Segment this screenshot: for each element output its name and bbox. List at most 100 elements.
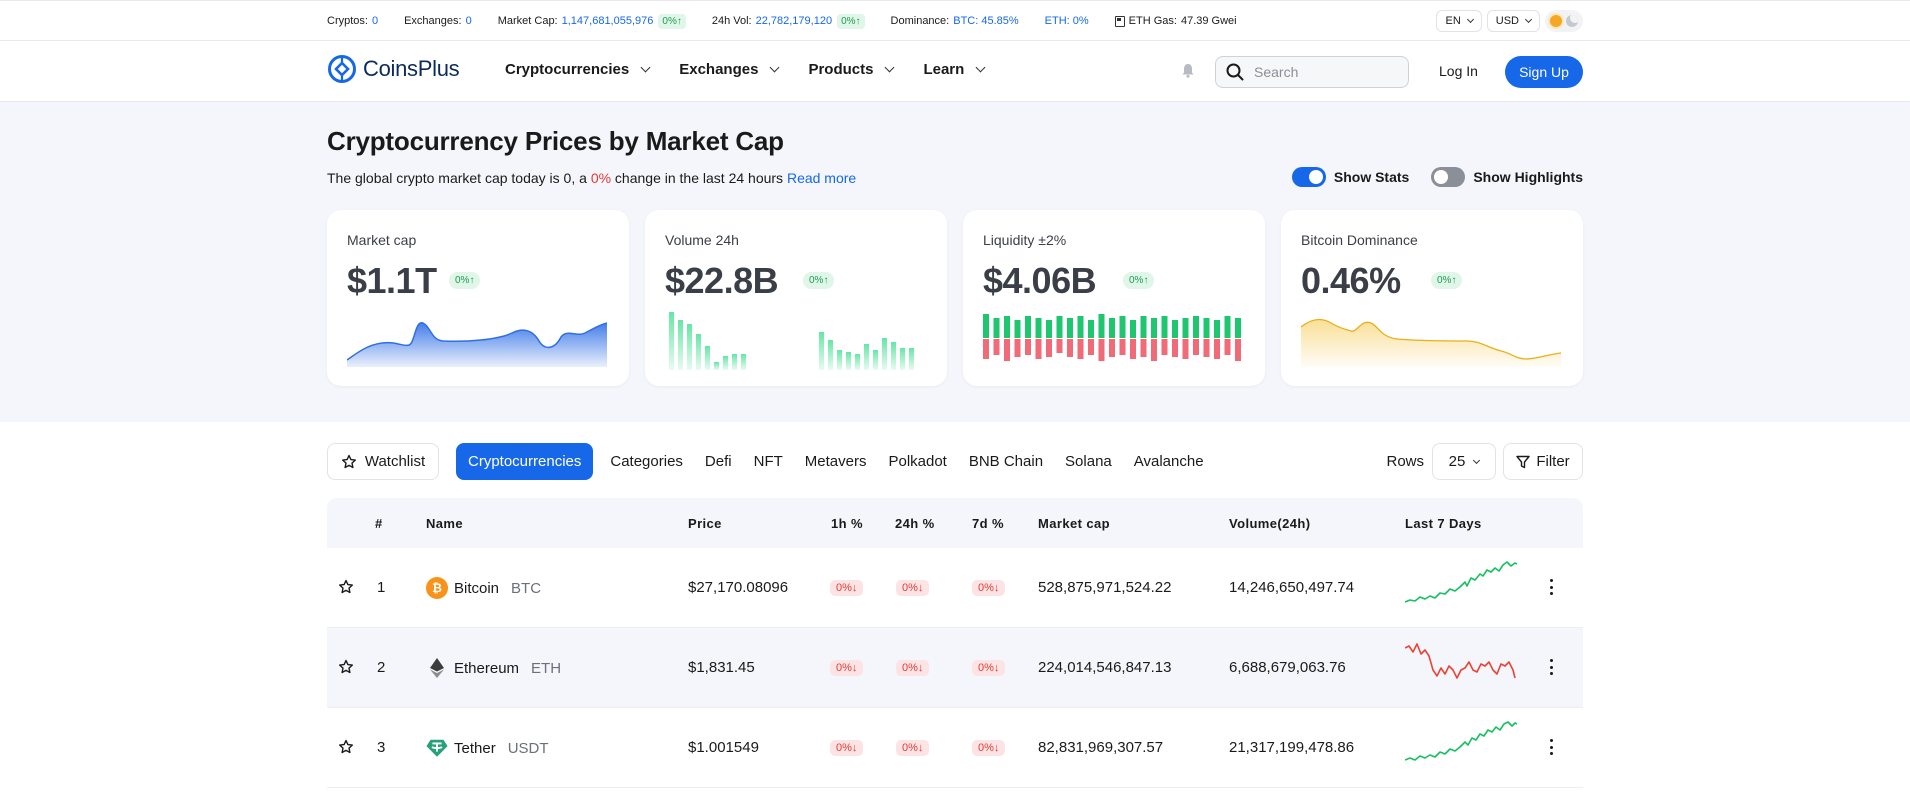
filter-button[interactable]: Filter bbox=[1503, 443, 1583, 480]
ticker-volume-value[interactable]: 22,782,179,120 bbox=[756, 15, 832, 27]
liquidity-bid-bar bbox=[1077, 316, 1084, 338]
header-rank[interactable]: # bbox=[375, 516, 383, 531]
tab-cryptocurrencies[interactable]: Cryptocurrencies bbox=[456, 443, 594, 480]
filter-label: Filter bbox=[1536, 453, 1570, 470]
change-1h: 0% bbox=[836, 582, 852, 594]
header-7d[interactable]: 7d % bbox=[972, 516, 1004, 531]
rows-value: 25 bbox=[1448, 453, 1466, 470]
card-change: 0% bbox=[809, 275, 824, 286]
header-last-7-days: Last 7 Days bbox=[1405, 516, 1482, 531]
ticker-marketcap-label: Market Cap: bbox=[497, 15, 558, 27]
more-options-icon[interactable] bbox=[1549, 579, 1553, 595]
show-highlights-toggle[interactable]: Show Highlights bbox=[1431, 167, 1583, 187]
tab-defi[interactable]: Defi bbox=[694, 443, 743, 480]
tab-polkadot[interactable]: Polkadot bbox=[877, 443, 957, 480]
nav-learn[interactable]: Learn bbox=[923, 61, 986, 78]
nav-products-label: Products bbox=[808, 61, 874, 78]
coin-name[interactable]: Ethereum bbox=[454, 660, 519, 677]
read-more-link[interactable]: Read more bbox=[787, 170, 856, 186]
logo[interactable]: CoinsPlus bbox=[327, 54, 460, 84]
tab-avalanche[interactable]: Avalanche bbox=[1123, 443, 1215, 480]
card-volume-24h[interactable]: Volume 24h $22.8B 0%↑ bbox=[645, 210, 947, 386]
tab-bnb-chain[interactable]: BNB Chain bbox=[958, 443, 1054, 480]
show-highlights-switch[interactable] bbox=[1431, 167, 1466, 187]
more-options-icon[interactable] bbox=[1549, 739, 1553, 755]
star-icon[interactable] bbox=[338, 739, 354, 755]
liquidity-ask-bar bbox=[993, 339, 1000, 355]
signup-button[interactable]: Sign Up bbox=[1505, 56, 1583, 88]
change-1h-badge: 0%↓ bbox=[830, 660, 864, 676]
notification-bell-icon[interactable] bbox=[1181, 63, 1195, 78]
tab-solana[interactable]: Solana bbox=[1054, 443, 1123, 480]
nav-products[interactable]: Products bbox=[808, 61, 895, 78]
header-name[interactable]: Name bbox=[426, 516, 463, 531]
theme-toggle[interactable] bbox=[1545, 10, 1583, 32]
row-rank: 1 bbox=[377, 579, 386, 596]
table-row[interactable]: 3 Tether USDT $1.001549 0%↓ 0%↓ 0%↓ 82,8… bbox=[327, 708, 1583, 788]
login-link[interactable]: Log In bbox=[1439, 63, 1478, 79]
table-row[interactable]: 2 Ethereum ETH $1,831.45 0%↓ 0%↓ 0%↓ 224… bbox=[327, 628, 1583, 708]
star-icon[interactable] bbox=[338, 579, 354, 595]
star-icon[interactable] bbox=[338, 659, 354, 675]
tab-metavers[interactable]: Metavers bbox=[794, 443, 878, 480]
watchlist-button[interactable]: Watchlist bbox=[327, 443, 439, 480]
card-market-cap[interactable]: Market cap $1.1T 0%↑ bbox=[327, 210, 629, 386]
ticker-volume-change: 0% bbox=[841, 15, 856, 27]
table-row[interactable]: 1 ₿ Bitcoin BTC $27,170.08096 0%↓ 0%↓ 0%… bbox=[327, 548, 1583, 628]
show-stats-switch[interactable] bbox=[1291, 167, 1326, 187]
change-24h: 0% bbox=[902, 742, 918, 754]
coin-name[interactable]: Bitcoin bbox=[454, 580, 499, 597]
page-subtitle: The global crypto market cap today is 0,… bbox=[327, 170, 856, 186]
card-change-badge: 0%↑ bbox=[449, 272, 481, 289]
ticker-cryptos-value[interactable]: 0 bbox=[372, 15, 378, 27]
crypto-table: # Name Price 1h % 24h % 7d % Market cap … bbox=[327, 498, 1583, 788]
rows-select[interactable]: 25 bbox=[1432, 443, 1496, 480]
ticker-exchanges-value[interactable]: 0 bbox=[466, 15, 472, 27]
search-input[interactable] bbox=[1254, 64, 1394, 80]
more-options-icon[interactable] bbox=[1549, 659, 1553, 675]
ticker-marketcap-value[interactable]: 1,147,681,055,976 bbox=[562, 15, 654, 27]
header-market-cap[interactable]: Market cap bbox=[1038, 516, 1110, 531]
coin-name-cell[interactable]: ₿ Bitcoin BTC bbox=[426, 577, 541, 599]
logo-text: CoinsPlus bbox=[363, 56, 460, 81]
liquidity-bid-bar bbox=[1014, 320, 1021, 338]
coin-name-cell[interactable]: Ethereum ETH bbox=[426, 657, 561, 679]
show-stats-toggle[interactable]: Show Stats bbox=[1291, 167, 1409, 187]
liquidity-ask-bar bbox=[1067, 339, 1073, 357]
header-volume[interactable]: Volume(24h) bbox=[1229, 516, 1310, 531]
nav-exchanges[interactable]: Exchanges bbox=[679, 61, 780, 78]
card-bitcoin-dominance[interactable]: Bitcoin Dominance 0.46% 0%↑ bbox=[1281, 210, 1583, 386]
ticker-cryptos-label: Cryptos: bbox=[327, 15, 368, 27]
tab-categories[interactable]: Categories bbox=[599, 443, 694, 480]
language-select[interactable]: EN bbox=[1436, 10, 1482, 32]
coin-name[interactable]: Tether bbox=[454, 740, 496, 757]
liquidity-bid-bar bbox=[1193, 316, 1199, 338]
coin-name-cell[interactable]: Tether USDT bbox=[426, 737, 549, 759]
card-title: Liquidity ±2% bbox=[983, 232, 1067, 248]
chevron-down-icon bbox=[975, 62, 986, 73]
header-price[interactable]: Price bbox=[688, 516, 722, 531]
search-box[interactable] bbox=[1215, 56, 1409, 88]
ticker-dominance-eth[interactable]: ETH: 0% bbox=[1045, 15, 1089, 27]
header-1h[interactable]: 1h % bbox=[831, 516, 863, 531]
sun-icon[interactable] bbox=[1550, 15, 1562, 27]
ticker-dominance-btc[interactable]: BTC: 45.85% bbox=[953, 15, 1018, 27]
language-value: EN bbox=[1445, 15, 1461, 27]
liquidity-bid-bar bbox=[1056, 316, 1063, 338]
liquidity-bid-bar bbox=[1224, 316, 1231, 338]
market-cap-sparkline bbox=[347, 322, 607, 367]
liquidity-bid-bar bbox=[1182, 318, 1189, 338]
ticker-gas-value: 47.39 Gwei bbox=[1180, 15, 1237, 27]
card-change-badge: 0%↑ bbox=[803, 272, 835, 289]
row-rank: 2 bbox=[377, 659, 386, 676]
liquidity-bid-bar bbox=[1161, 316, 1168, 338]
tab-list: Cryptocurrencies Categories Defi NFT Met… bbox=[456, 443, 1215, 480]
liquidity-ask-bar bbox=[1172, 339, 1178, 357]
header-24h[interactable]: 24h % bbox=[895, 516, 935, 531]
liquidity-bid-bar bbox=[1067, 318, 1073, 338]
tab-nft[interactable]: NFT bbox=[743, 443, 794, 480]
card-liquidity[interactable]: Liquidity ±2% $4.06B 0%↑ bbox=[963, 210, 1265, 386]
currency-select[interactable]: USD bbox=[1486, 10, 1540, 32]
moon-icon[interactable] bbox=[1566, 15, 1578, 27]
nav-cryptocurrencies[interactable]: Cryptocurrencies bbox=[505, 61, 651, 78]
